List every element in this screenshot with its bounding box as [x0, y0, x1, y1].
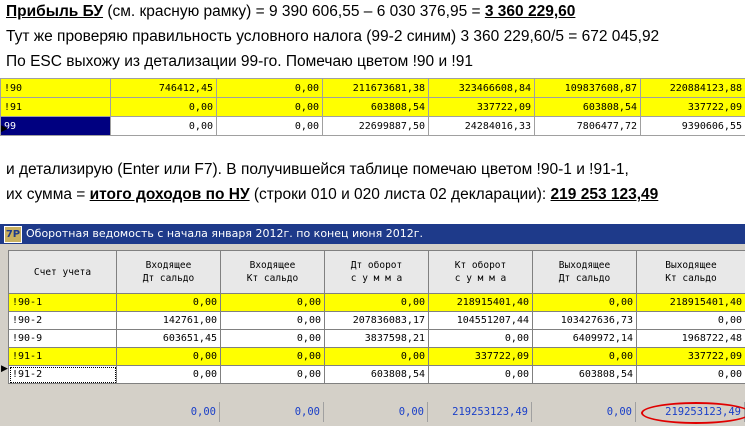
value-cell[interactable]: 337722,09: [640, 97, 745, 117]
value-cell[interactable]: 3837598,21: [324, 329, 429, 348]
value-cell[interactable]: 0,00: [532, 293, 637, 312]
account-cell[interactable]: !90-1: [8, 293, 117, 312]
account-cell[interactable]: !91-2: [8, 365, 117, 384]
value-cell[interactable]: 109837608,87: [534, 78, 641, 98]
footer-total-cell: 0,00: [220, 402, 324, 422]
table-row[interactable]: !91-2 0,00 0,00 603808,54 0,00 603808,54 0,00: [8, 365, 745, 384]
value-cell[interactable]: 603808,54: [324, 365, 429, 384]
table-row[interactable]: 99 0,00 0,00 22699887,50 24284016,33 7806477,…: [0, 116, 745, 136]
text-line-5: их сумма = итого доходов по НУ (строки 0…: [6, 185, 658, 205]
column-header[interactable]: Счет учета: [8, 250, 117, 294]
table-row[interactable]: !90 746412,45 0,00 211673681,38 323466608,84…: [0, 78, 745, 98]
sum-middle: (строки 010 и 020 листа 02 декларации):: [249, 186, 551, 203]
table-row[interactable]: !91 0,00 0,00 603808,54 337722,09 603808,54 33…: [0, 97, 745, 117]
value-cell[interactable]: 207836083,17: [324, 311, 429, 330]
income-label: итого доходов по НУ: [89, 186, 250, 203]
text-line-3: По ESC выхожу из детализации 99-го. Поме…: [6, 53, 473, 70]
value-cell[interactable]: 0,00: [216, 116, 323, 136]
value-cell[interactable]: 0,00: [110, 116, 217, 136]
value-cell[interactable]: 104551207,44: [428, 311, 533, 330]
account-cell[interactable]: !91: [0, 97, 111, 117]
value-cell[interactable]: 0,00: [216, 78, 323, 98]
footer-total-cell: 0,00: [116, 402, 220, 422]
value-cell[interactable]: 0,00: [636, 311, 745, 330]
profit-result: 3 360 229,60: [484, 3, 576, 20]
value-cell[interactable]: 603808,54: [534, 97, 641, 117]
income-result: 219 253 123,49: [550, 186, 659, 203]
value-cell[interactable]: 337722,09: [636, 347, 745, 366]
value-cell[interactable]: 0,00: [116, 293, 221, 312]
profit-formula: (см. красную рамку) = 9 390 606,55 – 6 0…: [103, 3, 485, 20]
value-cell[interactable]: 337722,09: [428, 347, 533, 366]
value-cell[interactable]: 323466608,84: [428, 78, 535, 98]
column-header[interactable]: Входящее Дт сальдо: [116, 250, 221, 294]
value-cell[interactable]: 746412,45: [110, 78, 217, 98]
value-cell[interactable]: 211673681,38: [322, 78, 429, 98]
app-icon: 7P: [4, 226, 22, 243]
account-cell[interactable]: !90-9: [8, 329, 117, 348]
account-cell[interactable]: !91-1: [8, 347, 117, 366]
totals-footer: 0,00 0,00 0,00 219253123,49 0,00 219253123,49: [8, 402, 745, 424]
sum-prefix: их сумма =: [6, 186, 90, 203]
window-titlebar[interactable]: 7P Оборотная ведомость с начала января 2…: [0, 224, 745, 244]
value-cell[interactable]: 0,00: [636, 365, 745, 384]
value-cell[interactable]: 218915401,40: [428, 293, 533, 312]
value-cell[interactable]: 6409972,14: [532, 329, 637, 348]
row-pointer-icon: ▶: [1, 364, 8, 374]
turnover-table: Счет учета Входящее Дт сальдо Входящее Кт са…: [8, 250, 745, 384]
table-row[interactable]: !90-2 142761,00 0,00 207836083,17 104551207,…: [8, 311, 745, 330]
value-cell[interactable]: 603651,45: [116, 329, 221, 348]
value-cell[interactable]: 603808,54: [322, 97, 429, 117]
value-cell[interactable]: 22699887,50: [322, 116, 429, 136]
top-account-table: !90 746412,45 0,00 211673681,38 323466608,84…: [0, 78, 745, 136]
column-header[interactable]: Кт оборот с у м м а: [428, 250, 533, 294]
value-cell[interactable]: 0,00: [428, 365, 533, 384]
value-cell[interactable]: 0,00: [220, 347, 325, 366]
value-cell[interactable]: 9390606,55: [640, 116, 745, 136]
value-cell[interactable]: 0,00: [324, 293, 429, 312]
value-cell[interactable]: 218915401,40: [636, 293, 745, 312]
value-cell[interactable]: 0,00: [428, 329, 533, 348]
red-highlight-oval: [641, 402, 745, 424]
column-header[interactable]: Дт оборот с у м м а: [324, 250, 429, 294]
value-cell[interactable]: 0,00: [216, 97, 323, 117]
footer-total-cell: 219253123,49: [428, 402, 532, 422]
value-cell[interactable]: 24284016,33: [428, 116, 535, 136]
value-cell[interactable]: 0,00: [116, 347, 221, 366]
column-header[interactable]: Выходящее Дт сальдо: [532, 250, 637, 294]
value-cell[interactable]: 337722,09: [428, 97, 535, 117]
table-row[interactable]: !90-1 0,00 0,00 0,00 218915401,40 0,00 2189154…: [8, 293, 745, 312]
account-cell[interactable]: !90-2: [8, 311, 117, 330]
value-cell[interactable]: 7806477,72: [534, 116, 641, 136]
account-cell[interactable]: !90: [0, 78, 111, 98]
table-row[interactable]: !90-9 603651,45 0,00 3837598,21 0,00 6409972,…: [8, 329, 745, 348]
value-cell[interactable]: 103427636,73: [532, 311, 637, 330]
value-cell[interactable]: 0,00: [220, 365, 325, 384]
value-cell[interactable]: 0,00: [110, 97, 217, 117]
footer-total-cell: 0,00: [532, 402, 636, 422]
footer-total-cell: 0,00: [324, 402, 428, 422]
value-cell[interactable]: 0,00: [220, 311, 325, 330]
value-cell[interactable]: 220884123,88: [640, 78, 745, 98]
column-header[interactable]: Выходящее Кт сальдо: [636, 250, 745, 294]
value-cell[interactable]: 0,00: [116, 365, 221, 384]
value-cell[interactable]: 0,00: [220, 293, 325, 312]
value-cell[interactable]: 1968722,48: [636, 329, 745, 348]
text-line-1: Прибыль БУ (см. красную рамку) = 9 390 6…: [6, 2, 575, 22]
value-cell[interactable]: 142761,00: [116, 311, 221, 330]
window-title: Оборотная ведомость с начала января 2012…: [26, 227, 423, 240]
value-cell[interactable]: 0,00: [220, 329, 325, 348]
account-cell[interactable]: 99: [0, 116, 111, 136]
value-cell[interactable]: 0,00: [532, 347, 637, 366]
row-pointer-icon: ▶: [1, 124, 8, 134]
profit-label: Прибыль БУ: [6, 3, 104, 20]
value-cell[interactable]: 603808,54: [532, 365, 637, 384]
value-cell[interactable]: 0,00: [324, 347, 429, 366]
table-row[interactable]: !91-1 0,00 0,00 0,00 337722,09 0,00 337722,09: [8, 347, 745, 366]
column-header[interactable]: Входящее Кт сальдо: [220, 250, 325, 294]
text-line-2: Тут же проверяю правильность условного н…: [6, 28, 660, 45]
text-line-4: и детализирую (Enter или F7). В получивш…: [6, 161, 629, 178]
turnover-window: 7P Оборотная ведомость с начала января 2…: [0, 224, 745, 426]
